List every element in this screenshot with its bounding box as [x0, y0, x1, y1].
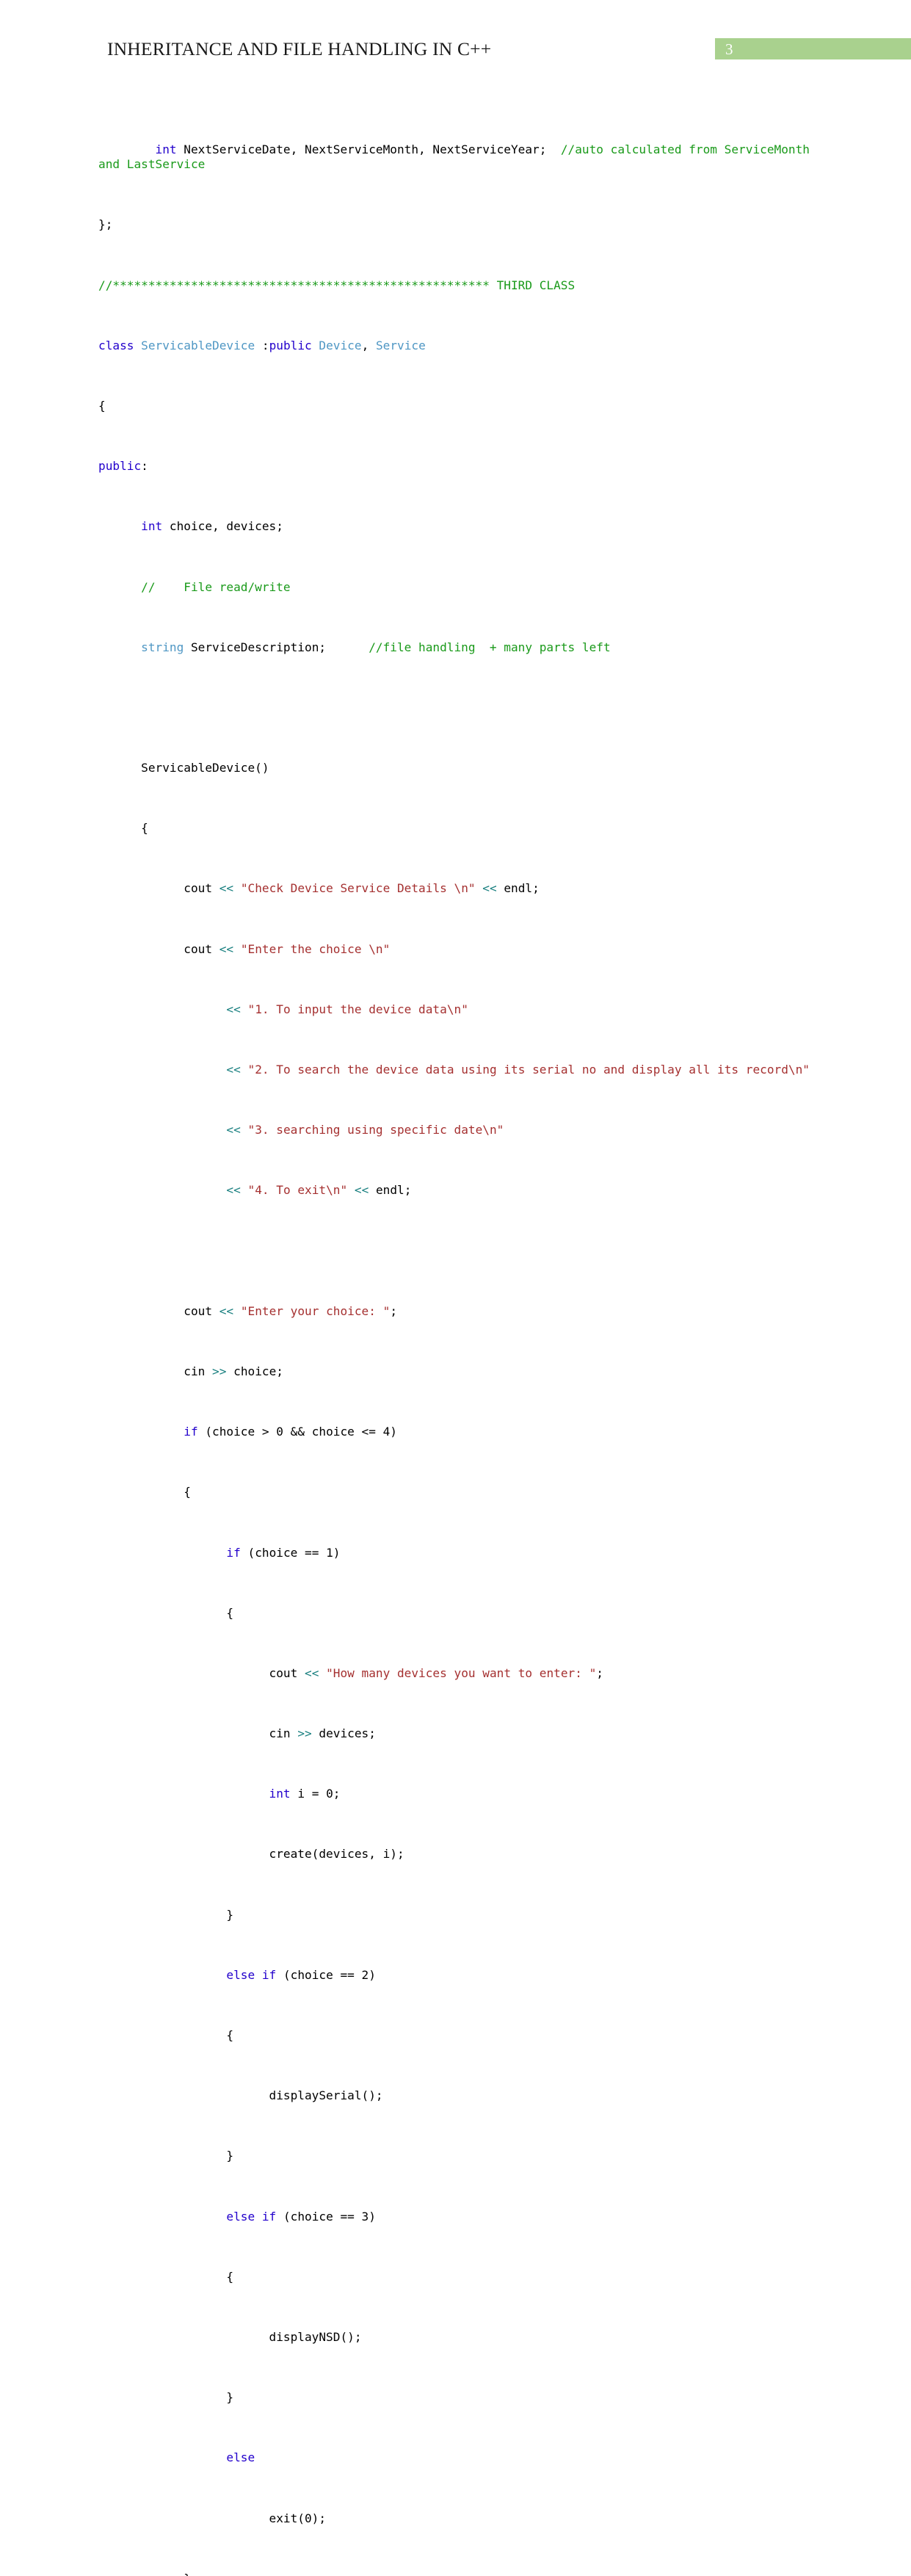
code-line: int choice, devices;	[141, 519, 283, 534]
code-line: }	[98, 2572, 832, 2576]
code-line: displayNSD();	[98, 2329, 362, 2344]
page-header: INHERITANCE AND FILE HANDLING IN C++ 3	[0, 0, 911, 73]
code-line: if (choice == 1)	[226, 1545, 341, 1560]
code-line: class ServicableDevice :public Device, S…	[98, 338, 426, 352]
code-line: ServicableDevice()	[98, 761, 269, 775]
code-line: {	[98, 2028, 234, 2042]
code-line: }	[98, 2390, 234, 2405]
code-line: << "1. To input the device data\n"	[226, 1002, 468, 1016]
code-line: cout << "How many devices you want to en…	[98, 1665, 603, 1680]
code-line: else	[226, 2450, 255, 2465]
code-line: create(devices, i);	[98, 1847, 404, 1862]
code-line: cout << "Enter your choice: ";	[98, 1303, 398, 1318]
code-listing: int NextServiceDate, NextServiceMonth, N…	[98, 97, 832, 2576]
code-line: int i = 0;	[269, 1787, 341, 1801]
code-line: cout << "Check Device Service Details \n…	[98, 881, 540, 896]
page-title: INHERITANCE AND FILE HANDLING IN C++	[107, 38, 492, 59]
code-line: exit(0);	[98, 2511, 327, 2525]
code-line: cin >> devices;	[98, 1726, 376, 1741]
page-number-badge: 3	[715, 38, 911, 59]
code-line: if (choice > 0 && choice <= 4)	[184, 1425, 397, 1439]
code-line: << "3. searching using specific date\n"	[226, 1123, 504, 1137]
code-line: // File read/write	[141, 579, 291, 594]
code-line: //**************************************…	[98, 278, 576, 292]
code-line: cout << "Enter the choice \n"	[98, 941, 391, 956]
code-line: else if (choice == 2)	[226, 1967, 376, 1982]
code-line: else if (choice == 3)	[226, 2209, 376, 2224]
code-line: {	[98, 2269, 234, 2284]
code-line: {	[98, 1485, 191, 1499]
code-line: displaySerial();	[98, 2088, 383, 2103]
code-line: }	[98, 1907, 234, 1922]
code-line: cin >> choice;	[98, 1364, 283, 1378]
code-line: int NextServiceDate, NextServiceMonth, N…	[98, 142, 817, 172]
code-line: };	[98, 217, 113, 232]
code-line: public:	[98, 459, 148, 474]
page-number-label: 3	[725, 40, 733, 58]
code-line: << "2. To search the device data using i…	[226, 1063, 810, 1077]
code-line: }	[98, 2149, 234, 2163]
code-line: << "4. To exit\n" << endl;	[226, 1183, 412, 1198]
code-line: {	[98, 398, 106, 413]
code-line: {	[98, 1605, 234, 1620]
code-line: string ServiceDescription; //file handli…	[141, 640, 611, 654]
code-line: {	[98, 821, 148, 836]
